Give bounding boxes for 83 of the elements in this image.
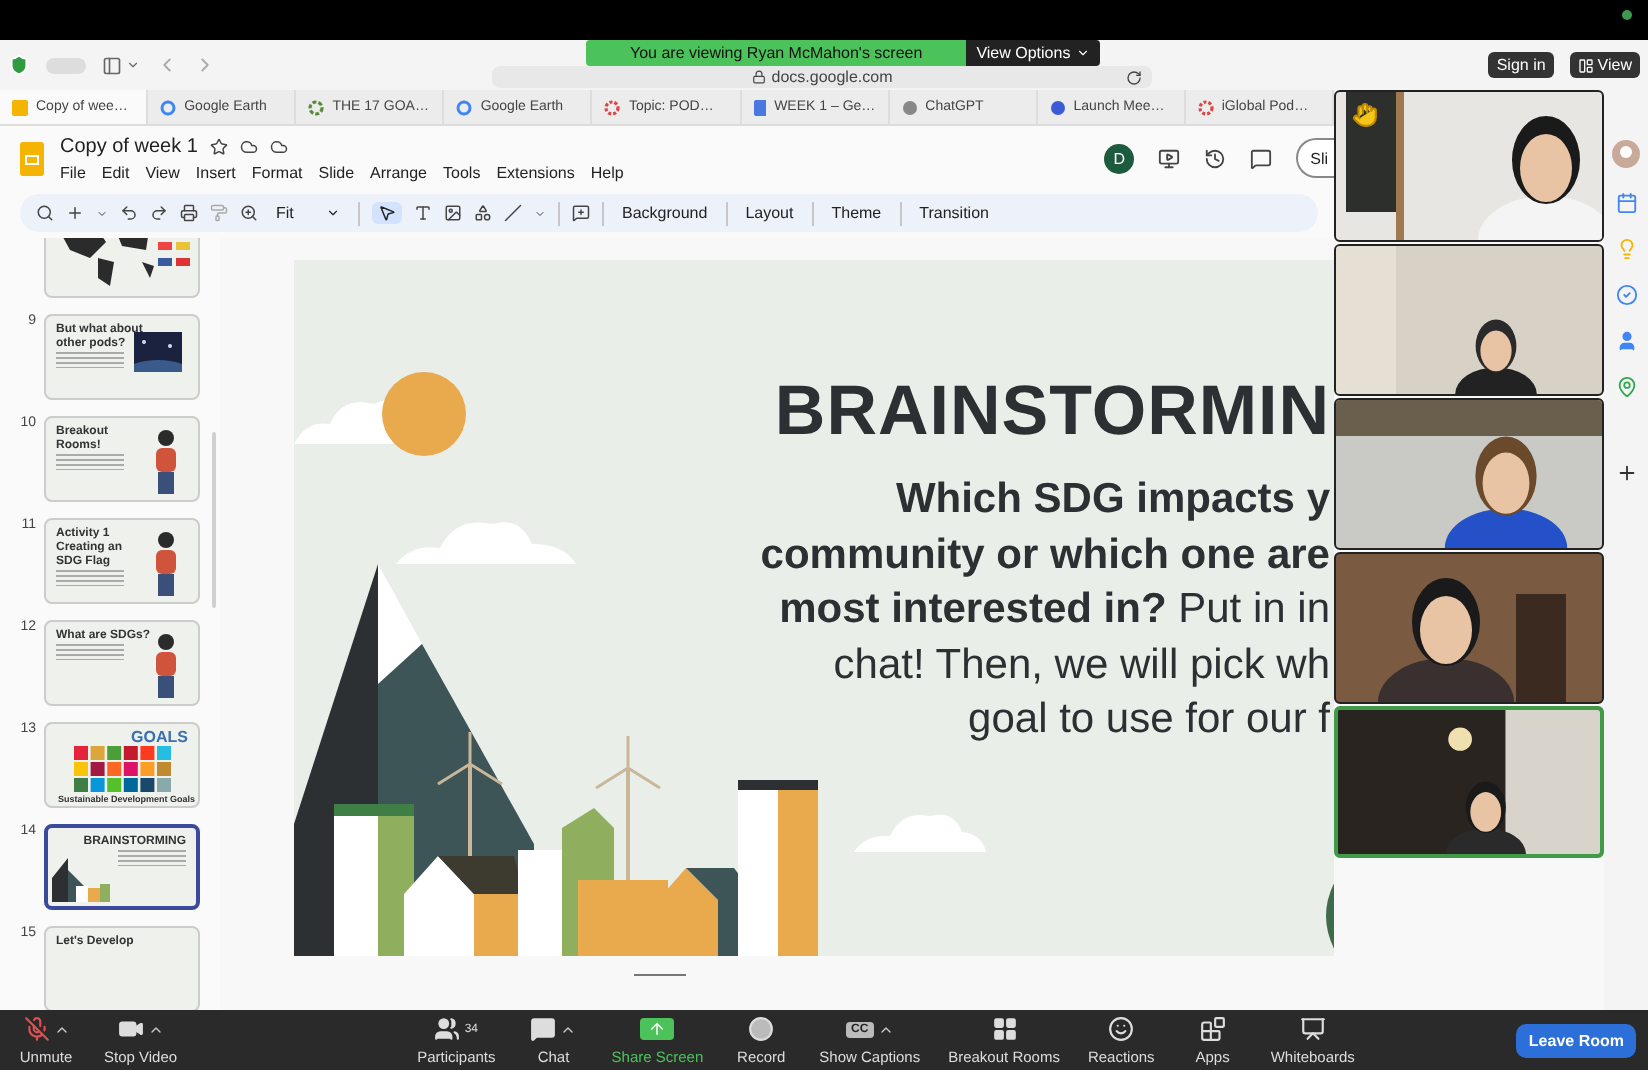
caret-icon bbox=[1076, 46, 1091, 60]
menu-item[interactable]: Tools bbox=[443, 163, 481, 181]
menu-item[interactable]: Slide bbox=[318, 163, 355, 181]
slide-title: BRAINSTORMIN bbox=[774, 372, 1330, 452]
slide-body-line: chat! Then, we will pick wh bbox=[833, 639, 1330, 691]
zoom-icon[interactable] bbox=[240, 204, 258, 222]
menu-item[interactable]: Insert bbox=[195, 163, 236, 181]
document-title[interactable]: Copy of week 1 bbox=[60, 135, 198, 157]
menu-item[interactable]: Edit bbox=[101, 163, 130, 181]
slide-body-line: goal to use for our f bbox=[968, 694, 1330, 746]
history-icon[interactable] bbox=[1204, 147, 1227, 169]
search-icon[interactable] bbox=[36, 204, 54, 222]
slideshow-button[interactable]: Sli bbox=[1296, 138, 1334, 178]
contacts-icon[interactable] bbox=[1615, 330, 1637, 352]
add-icon[interactable] bbox=[1615, 462, 1637, 484]
menu-item[interactable]: Extensions bbox=[496, 163, 575, 181]
gear-icon bbox=[1197, 99, 1214, 115]
reload-icon[interactable] bbox=[1126, 69, 1142, 85]
lock-icon bbox=[751, 70, 766, 84]
undo-icon[interactable] bbox=[120, 204, 138, 222]
shapes-icon[interactable] bbox=[474, 204, 492, 222]
slides-icon bbox=[12, 99, 28, 115]
line-icon[interactable] bbox=[504, 204, 522, 222]
slides-logo-icon bbox=[20, 141, 44, 175]
print-icon[interactable] bbox=[180, 204, 198, 222]
google-icon bbox=[160, 99, 177, 115]
city-drawing bbox=[52, 858, 112, 902]
grid-icon bbox=[991, 1016, 1018, 1042]
menu-item[interactable]: Arrange bbox=[370, 163, 428, 181]
view-options-button[interactable]: View Options bbox=[966, 40, 1101, 66]
menu-item[interactable]: View bbox=[145, 163, 180, 181]
apps-icon bbox=[1199, 1016, 1226, 1042]
google-icon bbox=[456, 99, 473, 115]
slide-body-line: most interested in? Put in in bbox=[779, 584, 1330, 636]
cloud-icon[interactable] bbox=[269, 137, 288, 155]
comment-icon[interactable] bbox=[1250, 147, 1273, 169]
star-icon[interactable] bbox=[209, 137, 228, 155]
toolbar-button[interactable]: Theme bbox=[825, 202, 888, 224]
toolbar-button[interactable]: Background bbox=[616, 202, 714, 224]
leave-room-button[interactable]: Leave Room bbox=[1516, 1023, 1636, 1057]
caret-icon[interactable] bbox=[126, 58, 140, 72]
shield-icon bbox=[8, 54, 30, 76]
screen-share-banner: You are viewing Ryan McMahon's screen bbox=[586, 40, 967, 66]
sun-drawing bbox=[382, 372, 466, 456]
slide-body-line: community or which one are bbox=[760, 529, 1330, 581]
select-tool[interactable] bbox=[372, 202, 402, 224]
new-slide-icon[interactable] bbox=[66, 204, 84, 222]
address-bar[interactable]: docs.google.com bbox=[492, 66, 1152, 88]
people-icon bbox=[434, 1016, 461, 1042]
scroll-thumb[interactable] bbox=[212, 432, 216, 608]
smiley-icon bbox=[1108, 1016, 1135, 1042]
redo-icon[interactable] bbox=[150, 204, 168, 222]
sign-in-button[interactable]: Sign in bbox=[1488, 52, 1554, 78]
docs-icon bbox=[753, 99, 767, 115]
ring-icon bbox=[308, 99, 325, 115]
gear-icon bbox=[604, 99, 621, 115]
thumbnail-title: GOALS bbox=[131, 732, 188, 744]
tasks-icon[interactable] bbox=[1615, 284, 1637, 306]
map-pin-icon[interactable] bbox=[1615, 376, 1637, 398]
text-box-icon[interactable] bbox=[414, 204, 432, 222]
goals-grid-drawing bbox=[74, 746, 174, 794]
present-icon[interactable] bbox=[1158, 147, 1181, 169]
image-icon[interactable] bbox=[444, 204, 462, 222]
calendar-icon[interactable] bbox=[1615, 192, 1637, 214]
toolbar-button[interactable]: Layout bbox=[739, 202, 800, 224]
user-avatar[interactable]: D bbox=[1104, 143, 1135, 173]
add-comment-icon[interactable] bbox=[572, 204, 590, 222]
video-camera-icon bbox=[117, 1016, 144, 1042]
menu-item[interactable]: Format bbox=[251, 163, 303, 181]
slide-body-line: Which SDG impacts y bbox=[895, 474, 1330, 526]
menu-item[interactable]: File bbox=[60, 163, 86, 181]
share-icon bbox=[640, 1018, 675, 1040]
layout-icon bbox=[1577, 57, 1594, 73]
toolbar-button[interactable]: Transition bbox=[913, 202, 995, 224]
zoom-dropdown[interactable]: Fit bbox=[270, 202, 346, 224]
camera-indicator bbox=[1622, 10, 1632, 20]
view-button[interactable]: View bbox=[1569, 52, 1640, 78]
record-icon bbox=[748, 1016, 775, 1042]
menu-item[interactable]: Help bbox=[590, 163, 624, 181]
chat-icon bbox=[530, 1016, 557, 1042]
whiteboard-icon bbox=[1299, 1016, 1326, 1042]
caret-icon bbox=[326, 206, 340, 220]
sidebar-icon[interactable] bbox=[102, 55, 122, 75]
